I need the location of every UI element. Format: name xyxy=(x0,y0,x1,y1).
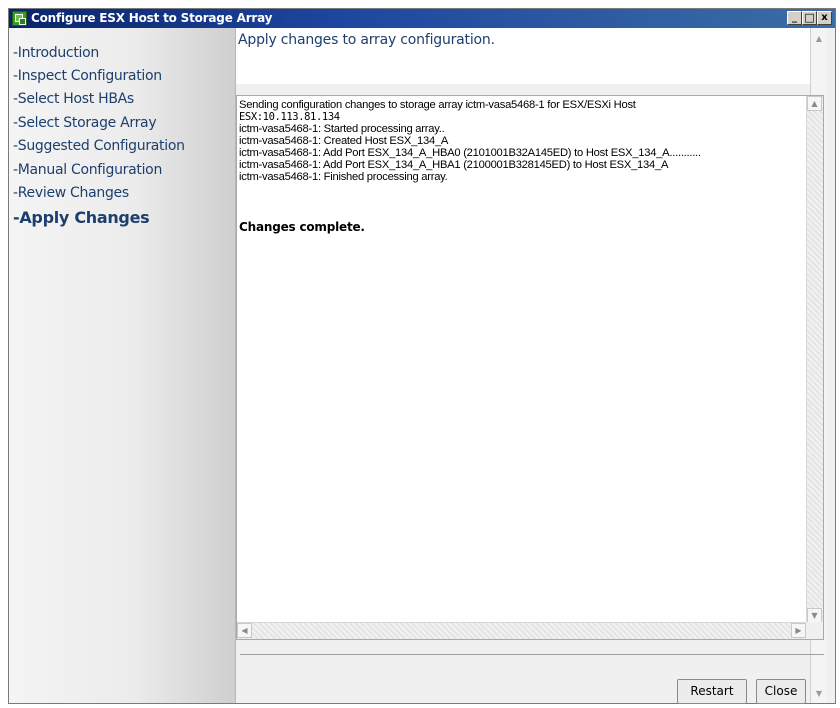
minimize-button[interactable]: _ xyxy=(787,11,802,25)
close-window-button[interactable]: x xyxy=(817,11,832,25)
step-manual-configuration[interactable]: -Manual Configuration xyxy=(13,162,162,178)
status-message: Changes complete. xyxy=(239,220,365,234)
step-apply-changes[interactable]: -Apply Changes xyxy=(13,208,150,227)
log-line: Sending configuration changes to storage… xyxy=(239,99,636,111)
log-line: ESX:10.113.81.134 xyxy=(239,111,340,123)
wizard-window: Configure ESX Host to Storage Array _ □ … xyxy=(8,8,836,704)
log-line: ictm-vasa5468-1: Created Host ESX_134_A xyxy=(239,135,449,147)
step-introduction[interactable]: -Introduction xyxy=(13,45,99,61)
log-lines: Sending configuration changes to storage… xyxy=(239,99,799,183)
log-line: ictm-vasa5468-1: Started processing arra… xyxy=(239,123,445,135)
log-line: ictm-vasa5468-1: Finished processing arr… xyxy=(239,171,448,183)
step-select-host-hbas[interactable]: -Select Host HBAs xyxy=(13,91,134,107)
log-line: ictm-vasa5468-1: Add Port ESX_134_A_HBA1… xyxy=(239,159,669,171)
log-output[interactable]: Sending configuration changes to storage… xyxy=(236,95,824,640)
wizard-steps-sidebar: -Introduction -Inspect Configuration -Se… xyxy=(9,28,236,703)
maximize-button[interactable]: □ xyxy=(802,11,817,25)
window-title: Configure ESX Host to Storage Array xyxy=(31,11,273,25)
scroll-up-icon[interactable]: ▲ xyxy=(807,96,822,111)
step-review-changes[interactable]: -Review Changes xyxy=(13,185,129,201)
restart-button[interactable]: Restart xyxy=(677,679,747,704)
step-inspect-configuration[interactable]: -Inspect Configuration xyxy=(13,68,162,84)
scroll-down-icon[interactable]: ▼ xyxy=(807,608,822,623)
log-line: ictm-vasa5468-1: Add Port ESX_134_A_HBA0… xyxy=(239,147,701,159)
log-horizontal-scrollbar[interactable]: ◀ ▶ xyxy=(237,622,806,639)
title-bar[interactable]: Configure ESX Host to Storage Array _ □ … xyxy=(9,9,835,28)
divider xyxy=(240,654,824,655)
log-vertical-scrollbar[interactable]: ▲ ▼ xyxy=(806,96,823,623)
app-icon xyxy=(12,11,27,26)
scrollbar-corner xyxy=(806,622,823,639)
scroll-right-icon[interactable]: ▶ xyxy=(791,623,806,638)
step-suggested-configuration[interactable]: -Suggested Configuration xyxy=(13,138,185,154)
scroll-down-icon[interactable]: ▼ xyxy=(812,687,826,701)
close-button[interactable]: Close xyxy=(756,679,806,704)
scroll-up-icon[interactable]: ▲ xyxy=(812,32,826,46)
page-title: Apply changes to array configuration. xyxy=(238,32,495,48)
scroll-left-icon[interactable]: ◀ xyxy=(237,623,252,638)
step-select-storage-array[interactable]: -Select Storage Array xyxy=(13,115,157,131)
main-panel: Apply changes to array configuration. ▲ … xyxy=(236,28,835,704)
header-panel: Apply changes to array configuration. xyxy=(236,28,810,84)
